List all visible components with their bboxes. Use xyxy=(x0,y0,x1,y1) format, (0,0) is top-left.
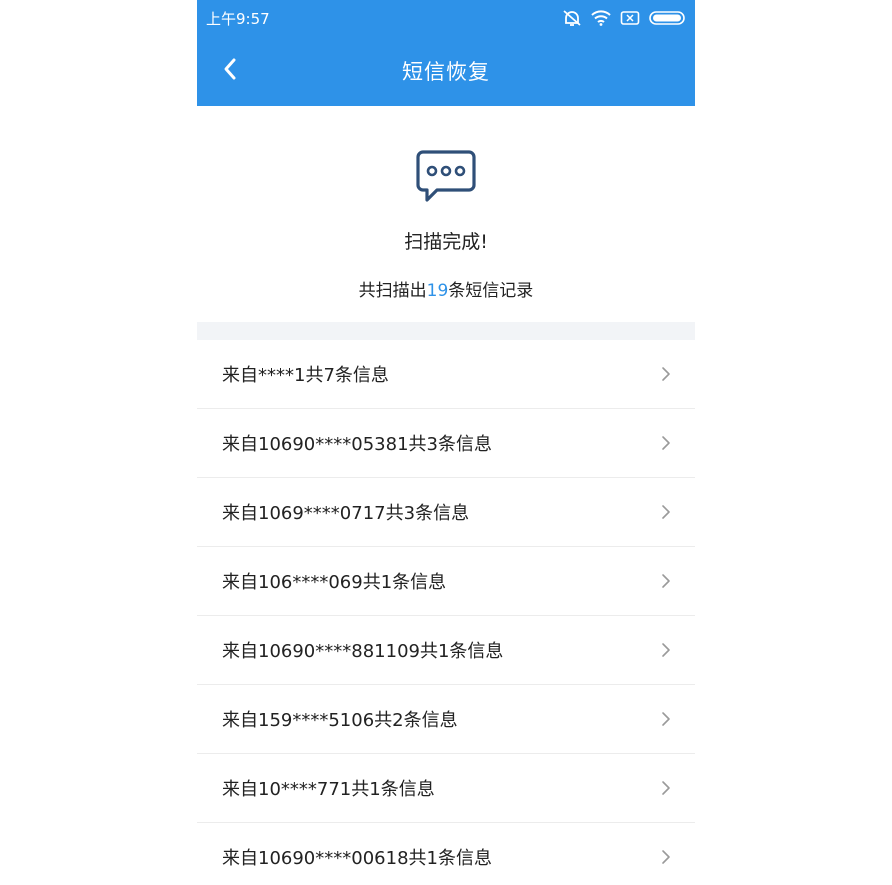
list-item[interactable]: 来自10****771共1条信息 xyxy=(197,754,695,823)
scan-complete-title: 扫描完成! xyxy=(404,231,488,253)
chevron-right-icon xyxy=(661,435,671,455)
chevron-right-icon xyxy=(661,711,671,731)
chevron-right-icon xyxy=(661,573,671,593)
chevron-left-icon xyxy=(222,57,238,85)
list-item-label: 来自10690****05381共3条信息 xyxy=(222,434,492,455)
sim-icon xyxy=(620,10,640,26)
chevron-right-icon xyxy=(661,642,671,662)
app-bar: 短信恢复 xyxy=(197,36,695,106)
back-button[interactable] xyxy=(213,54,247,88)
list-item-label: 来自159****5106共2条信息 xyxy=(222,710,458,731)
list-item-label: 来自10****771共1条信息 xyxy=(222,779,435,800)
list-item-label: 来自****1共7条信息 xyxy=(222,365,389,386)
list-item[interactable]: 来自106****069共1条信息 xyxy=(197,547,695,616)
list-item[interactable]: 来自10690****05381共3条信息 xyxy=(197,409,695,478)
message-bubble-icon xyxy=(415,149,477,209)
wifi-icon xyxy=(591,10,611,26)
chevron-right-icon xyxy=(661,366,671,386)
list-item-label: 来自1069****0717共3条信息 xyxy=(222,503,470,524)
chevron-right-icon xyxy=(661,780,671,800)
status-time: 上午9:57 xyxy=(206,9,270,28)
list-item-label: 来自10690****00618共1条信息 xyxy=(222,848,492,869)
list-item-label: 来自106****069共1条信息 xyxy=(222,572,447,593)
list-item-label: 来自10690****881109共1条信息 xyxy=(222,641,504,662)
list-item[interactable]: 来自10690****00618共1条信息 xyxy=(197,823,695,885)
list-item[interactable]: 来自10690****881109共1条信息 xyxy=(197,616,695,685)
scan-summary: 扫描完成! 共扫描出19条短信记录 xyxy=(197,106,695,322)
scan-count-suffix: 条短信记录 xyxy=(448,281,534,301)
scan-count-text: 共扫描出19条短信记录 xyxy=(197,276,695,301)
page-title: 短信恢复 xyxy=(402,60,490,84)
section-divider xyxy=(197,322,695,340)
status-bar: 上午9:57 xyxy=(197,0,695,36)
chevron-right-icon xyxy=(661,504,671,524)
list-item[interactable]: 来自159****5106共2条信息 xyxy=(197,685,695,754)
scan-count-prefix: 共扫描出 xyxy=(358,281,427,301)
scan-count-number: 19 xyxy=(426,281,449,301)
status-icons xyxy=(562,9,687,27)
phone-screen: 上午9:57 短信恢复 扫描完成! 共扫描出19条短信记录 来自****1共7条… xyxy=(197,0,695,885)
alarm-off-icon xyxy=(562,9,582,27)
list-item[interactable]: 来自1069****0717共3条信息 xyxy=(197,478,695,547)
list-item[interactable]: 来自****1共7条信息 xyxy=(197,340,695,409)
battery-icon xyxy=(649,10,687,26)
chevron-right-icon xyxy=(661,849,671,869)
sms-sender-list: 来自****1共7条信息来自10690****05381共3条信息 来自1069*… xyxy=(197,340,695,885)
